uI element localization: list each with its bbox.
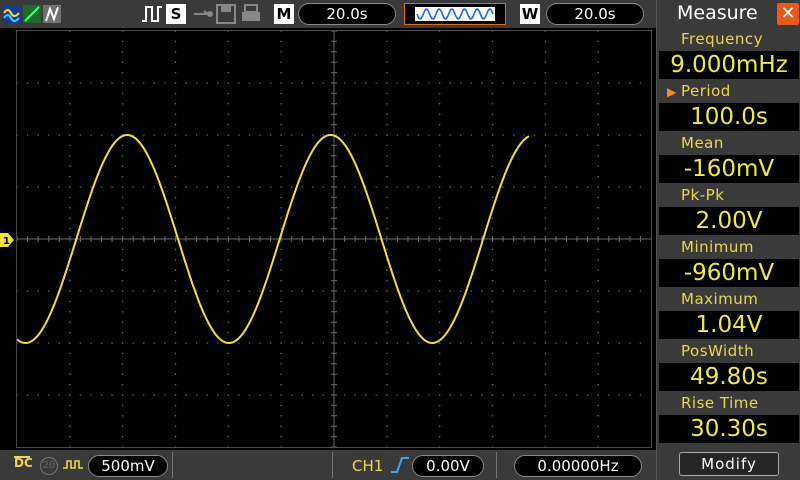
main-timebase-indicator: M (274, 4, 294, 24)
measure-label-period[interactable]: Period (681, 82, 731, 100)
main-timebase-value[interactable]: 20.0s (298, 3, 396, 25)
rising-edge-icon[interactable] (390, 456, 410, 474)
trigger-source[interactable]: CH1 (352, 457, 383, 475)
measure-panel: Measure ✕ Frequency 9.000mHz ▶ Period 100.0s… (656, 0, 800, 480)
measure-value-period: 100.0s (659, 103, 799, 131)
top-status-bar: S M 20.0s W 20.0s (0, 0, 656, 28)
invert-icon (63, 460, 83, 469)
measure-value-pk-pk: 2.00V (659, 207, 799, 235)
waveform-display[interactable] (16, 30, 652, 448)
measure-value-mean: -160mV (659, 155, 799, 183)
svg-text:1: 1 (3, 236, 10, 247)
separator (332, 452, 333, 478)
graticule (17, 31, 651, 447)
measure-value-maximum: 1.04V (659, 311, 799, 339)
measure-label-frequency[interactable]: Frequency (681, 30, 763, 48)
window-timebase-indicator: W (520, 4, 540, 24)
window-timebase-value[interactable]: 20.0s (546, 3, 644, 25)
channel-1-marker[interactable]: 1 (0, 232, 14, 247)
close-icon[interactable]: ✕ (777, 3, 799, 25)
measure-value-rise-time: 30.30s (659, 415, 799, 443)
measure-label-rise-time[interactable]: Rise Time (681, 394, 759, 412)
measure-value-poswidth: 49.80s (659, 363, 799, 391)
measure-value-frequency: 9.000mHz (659, 51, 799, 79)
pulse-icon[interactable] (141, 3, 163, 25)
bottom-status-bar: DC 20 500mV CH1 0.00V 0.00000Hz (0, 450, 656, 480)
trigger-frequency: 0.00000Hz (514, 455, 642, 477)
separator (172, 452, 173, 478)
measure-label-poswidth[interactable]: PosWidth (681, 342, 754, 360)
measure-label-maximum[interactable]: Maximum (681, 290, 758, 308)
modify-button[interactable]: Modify (679, 452, 779, 476)
selected-item-arrow-icon: ▶ (667, 85, 677, 99)
separator (496, 452, 497, 478)
bandwidth-limit-indicator: 20 (40, 457, 58, 475)
channel-icons (3, 5, 61, 23)
disk-icon (216, 4, 236, 24)
measure-label-mean[interactable]: Mean (681, 134, 724, 152)
s-indicator: S (166, 4, 186, 24)
measure-label-minimum[interactable]: Minimum (681, 238, 754, 256)
coupling-indicator: DC (14, 456, 33, 470)
trigger-level[interactable]: 0.00V (412, 455, 484, 477)
waveform-position-indicator[interactable] (404, 3, 506, 25)
measure-value-minimum: -960mV (659, 259, 799, 287)
panel-title: Measure (677, 2, 758, 24)
measure-panel-header: Measure ✕ (657, 0, 800, 28)
measure-label-pk-pk[interactable]: Pk-Pk (681, 186, 724, 204)
usb-icon (194, 10, 213, 17)
volts-per-div[interactable]: 500mV (88, 455, 168, 477)
print-icon (242, 4, 260, 21)
